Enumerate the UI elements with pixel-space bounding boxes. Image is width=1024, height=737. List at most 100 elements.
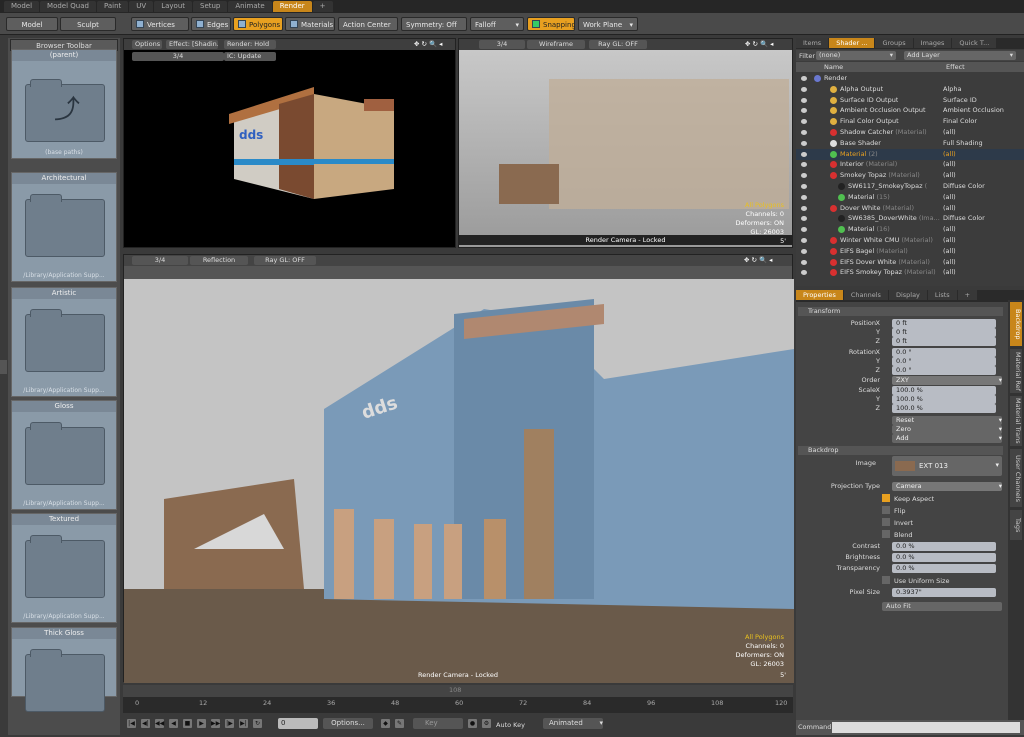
rotation-y-field[interactable]: 0.0 ° xyxy=(892,357,996,366)
prev-frame-icon[interactable]: ◀◀ xyxy=(155,719,164,728)
auto-fit-button[interactable]: Auto Fit xyxy=(882,602,1002,611)
prev-key-icon[interactable]: ◀| xyxy=(141,719,150,728)
render-preview-viewport[interactable]: Options Effect: [Shadin... Render: Hold … xyxy=(123,38,456,248)
shader-tree-row[interactable]: Shadow Catcher (Material) (all) xyxy=(796,127,1024,138)
wireframe-viewport[interactable]: 3/4 Wireframe Ray GL: OFF ✥ ↻ 🔍 ◂ All Po… xyxy=(458,38,793,248)
move-icon[interactable]: ✥ ↻ 🔍 ◂ xyxy=(414,40,442,48)
rotation-z-field[interactable]: 0.0 ° xyxy=(892,366,996,375)
polygons-button[interactable]: Polygons xyxy=(233,17,283,31)
auto-key-icon[interactable]: ⚙ xyxy=(482,719,491,728)
snapping-button[interactable]: Snapping xyxy=(527,17,575,31)
pixel-size-field[interactable]: 0.3937" xyxy=(892,588,996,597)
command-input[interactable] xyxy=(832,722,1020,733)
effect-dropdown[interactable]: Effect: [Shadin... xyxy=(166,40,218,49)
eye-icon[interactable] xyxy=(801,108,807,114)
eye-icon[interactable] xyxy=(801,119,807,125)
shader-tree-row[interactable]: Interior (Material) (all) xyxy=(796,159,1024,170)
position-z-field[interactable]: 0 ft xyxy=(892,337,996,346)
shader-tab[interactable]: Shader ... xyxy=(829,38,875,48)
action-center-dropdown[interactable]: Action Center xyxy=(338,17,398,31)
top-tab-render[interactable]: Render xyxy=(272,1,312,12)
shader-tree-row[interactable]: Material (2) (all) xyxy=(796,148,1024,160)
render-hold-button[interactable]: Render: Hold xyxy=(224,40,276,49)
command-bar[interactable]: Command xyxy=(796,720,1024,735)
add-dropdown[interactable]: Add xyxy=(892,434,1002,443)
eye-icon[interactable] xyxy=(801,238,807,243)
go-start-icon[interactable]: |◀ xyxy=(127,719,136,728)
side-tab[interactable]: Material Ref xyxy=(1010,349,1022,393)
eye-icon[interactable] xyxy=(801,194,807,200)
browser-cell[interactable]: Gloss/Library/Application Supp... xyxy=(11,400,117,510)
resolution-fraction[interactable]: 3/4 xyxy=(479,40,525,49)
image-dropdown[interactable]: EXT 013 xyxy=(892,456,1002,476)
properties-tab[interactable]: Properties xyxy=(796,290,843,300)
side-tab[interactable]: Material Trans xyxy=(1010,396,1022,446)
model-button[interactable]: Model xyxy=(6,17,58,31)
go-end-icon[interactable]: ▶| xyxy=(239,719,248,728)
eye-icon[interactable] xyxy=(801,248,807,254)
eye-icon[interactable] xyxy=(801,227,807,233)
symmetry-dropdown[interactable]: Symmetry: Off xyxy=(401,17,467,31)
shader-tree-row[interactable]: EIFS Smokey Topaz (Material) (all) xyxy=(796,267,1024,278)
shader-tree-row[interactable]: Material (16) (all) xyxy=(796,224,1024,235)
use-uniform-size-checkbox[interactable]: Use Uniform Size xyxy=(882,576,949,585)
contrast-field[interactable]: 0.0 % xyxy=(892,542,996,551)
loop-icon[interactable]: ↻ xyxy=(253,719,262,728)
properties-tab[interactable]: Channels xyxy=(843,290,888,300)
top-tab-uv[interactable]: UV xyxy=(129,1,154,12)
next-key-icon[interactable]: |▶ xyxy=(225,719,234,728)
shader-tree-row[interactable]: Base Shader Full Shading xyxy=(796,138,1024,149)
eye-icon[interactable] xyxy=(801,216,807,222)
shader-tree-row[interactable]: Surface ID Output Surface ID xyxy=(796,95,1024,106)
play-icon[interactable]: ▶ xyxy=(197,719,206,728)
scale-y-field[interactable]: 100.0 % xyxy=(892,395,996,404)
projection-dropdown[interactable]: Camera xyxy=(892,482,1002,491)
falloff-dropdown[interactable]: Falloff xyxy=(470,17,524,31)
browser-cell[interactable]: Architectural/Library/Application Supp..… xyxy=(11,172,117,282)
top-tab-paint[interactable]: Paint xyxy=(96,1,129,12)
scale-z-field[interactable]: 100.0 % xyxy=(892,404,996,413)
eye-icon[interactable] xyxy=(801,130,807,135)
resolution-fraction[interactable]: 3/4 xyxy=(132,256,188,265)
key-button[interactable]: Key xyxy=(413,718,463,729)
brightness-field[interactable]: 0.0 % xyxy=(892,553,996,562)
order-dropdown[interactable]: ZXY xyxy=(892,376,1002,385)
transparency-field[interactable]: 0.0 % xyxy=(892,564,996,573)
side-tab[interactable]: Backdrop xyxy=(1010,302,1022,346)
zero-dropdown[interactable]: Zero xyxy=(892,425,1002,434)
shader-tree-row[interactable]: Smokey Topaz (Material) (all) xyxy=(796,170,1024,181)
rotation-x-field[interactable]: 0.0 ° xyxy=(892,348,996,357)
shader-tree-row[interactable]: Final Color Output Final Color xyxy=(796,116,1024,127)
shader-tree-row[interactable]: SW6385_DoverWhite (Ima... Diffuse Color xyxy=(796,213,1024,224)
eye-icon[interactable] xyxy=(801,270,807,276)
stop-icon[interactable]: ■ xyxy=(183,719,192,728)
shader-tab[interactable]: Images xyxy=(913,38,952,48)
frame-field[interactable]: 0 xyxy=(278,718,318,729)
browser-cell[interactable]: Artistic/Library/Application Supp... xyxy=(11,287,117,397)
backdrop-section-header[interactable]: Backdrop xyxy=(798,446,1003,455)
materials-button[interactable]: Materials xyxy=(285,17,335,31)
eye-icon[interactable] xyxy=(801,162,807,168)
step-back-icon[interactable]: ◀ xyxy=(169,719,178,728)
browser-cell[interactable]: Thick Gloss xyxy=(11,627,117,712)
eye-icon[interactable] xyxy=(801,76,807,81)
eye-icon[interactable] xyxy=(801,184,807,189)
shader-tree-row[interactable]: Render xyxy=(796,73,1024,84)
ray-gl-button[interactable]: Ray GL: OFF xyxy=(589,40,647,49)
options-button[interactable]: Options xyxy=(132,40,162,49)
top-tab-animate[interactable]: Animate xyxy=(228,1,272,12)
shader-tree-row[interactable]: Material (15) (all) xyxy=(796,192,1024,203)
scale-x-field[interactable]: 100.0 % xyxy=(892,386,996,395)
eye-icon[interactable] xyxy=(801,151,807,157)
shader-tree-row[interactable]: Alpha Output Alpha xyxy=(796,84,1024,95)
work-plane-dropdown[interactable]: Work Plane xyxy=(578,17,638,31)
shader-tab[interactable]: Quick T... xyxy=(952,38,997,48)
resolution-fraction[interactable]: 3/4 xyxy=(132,52,224,61)
top-tab-setup[interactable]: Setup xyxy=(193,1,228,12)
animated-dropdown[interactable]: Animated xyxy=(543,718,603,729)
main-viewport[interactable]: 3/4 Reflection Ray GL: OFF ✥ ↻ 🔍 ◂ dds A… xyxy=(123,254,794,683)
ray-gl-button[interactable]: Ray GL: OFF xyxy=(254,256,316,265)
add-layer-dropdown[interactable]: Add Layer xyxy=(904,51,1016,60)
transform-section-header[interactable]: Transform xyxy=(798,307,1003,316)
options-button[interactable]: Options... xyxy=(323,718,373,729)
